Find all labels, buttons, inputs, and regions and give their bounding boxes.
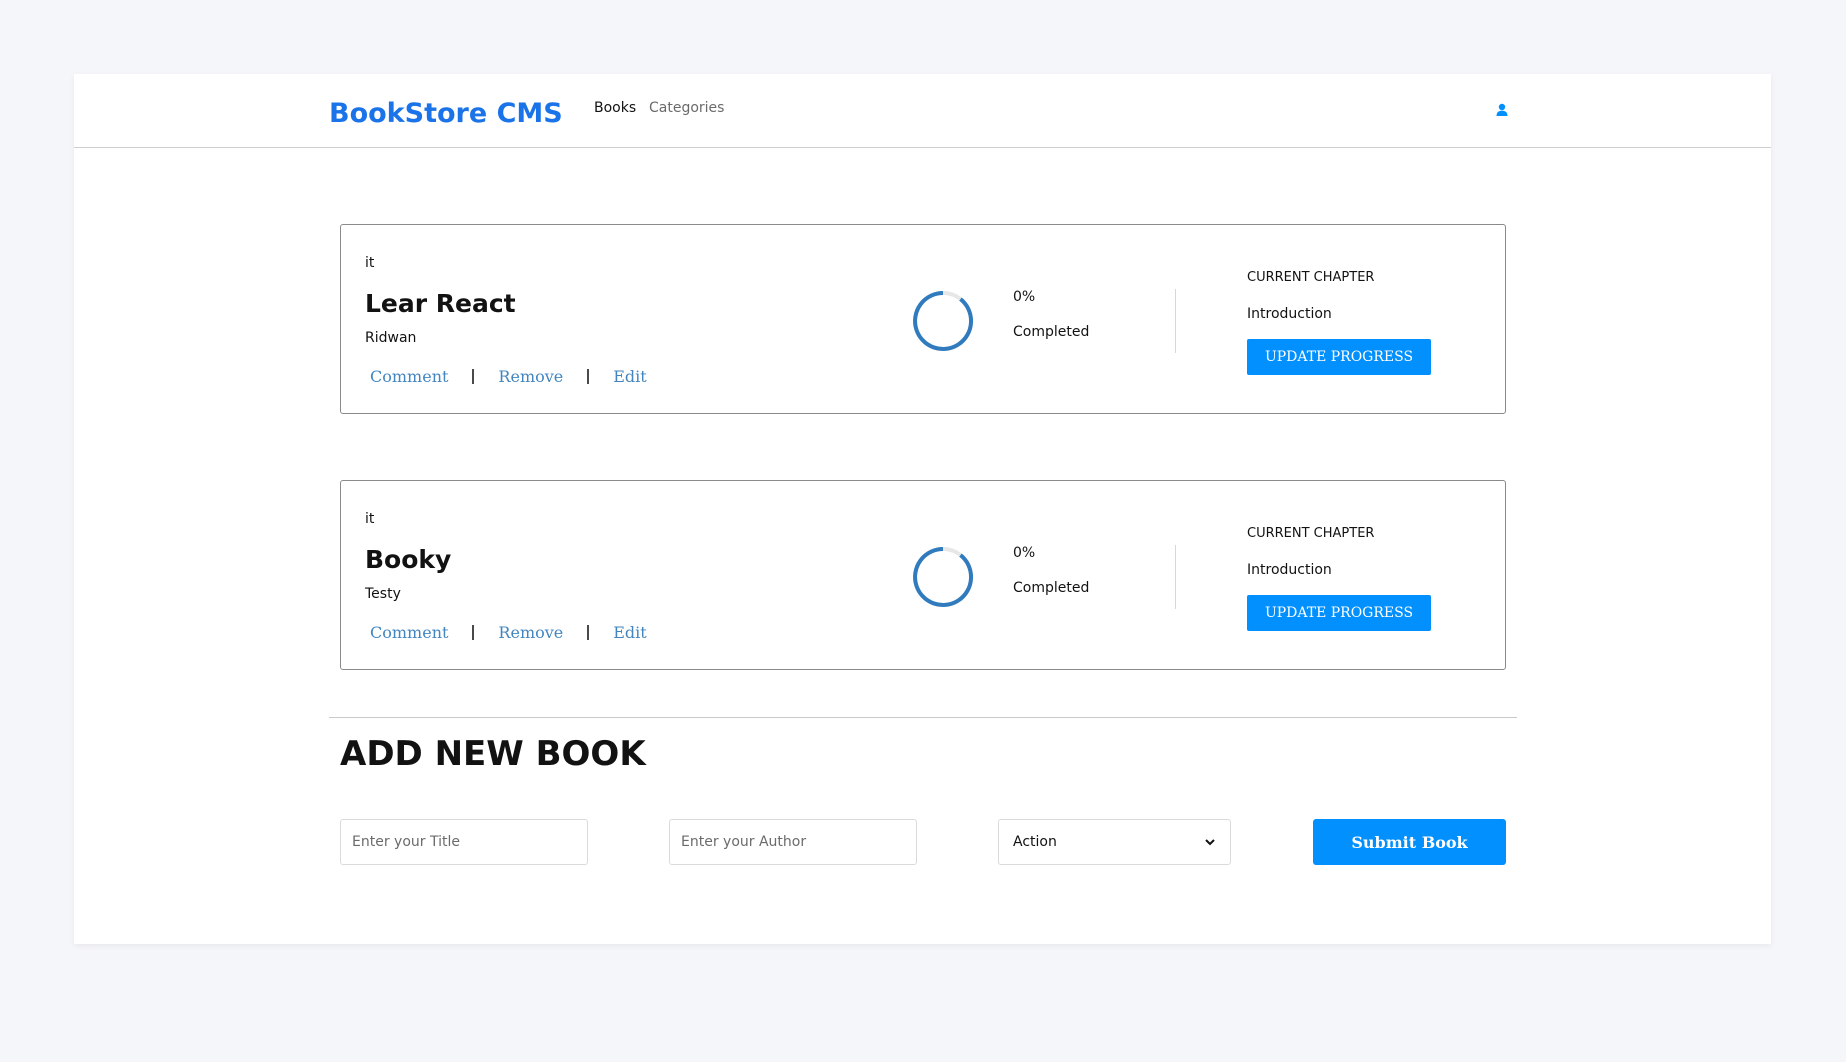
- book-genre: it: [365, 255, 375, 271]
- book-actions: Comment Remove Edit: [370, 367, 647, 386]
- action-divider: [587, 625, 590, 640]
- navbar: BookStore CMS Books Categories: [74, 74, 1771, 148]
- category-select-value: Action: [1013, 834, 1057, 850]
- remove-button[interactable]: Remove: [498, 623, 563, 642]
- add-book-heading: ADD NEW BOOK: [340, 734, 646, 774]
- progress-ring: [913, 291, 974, 351]
- comment-button[interactable]: Comment: [370, 623, 448, 642]
- edit-button[interactable]: Edit: [613, 367, 646, 386]
- current-chapter-label: CURRENT CHAPTER: [1247, 270, 1375, 285]
- current-chapter-name: Introduction: [1247, 562, 1332, 578]
- update-progress-button[interactable]: UPDATE PROGRESS: [1247, 595, 1431, 631]
- book-title: Booky: [365, 545, 452, 574]
- chevron-down-icon: [1205, 839, 1215, 846]
- comment-button[interactable]: Comment: [370, 367, 448, 386]
- book-card: it Lear React Ridwan Comment Remove Edit…: [340, 224, 1506, 414]
- action-divider: [587, 369, 590, 384]
- progress-ring: [913, 547, 974, 607]
- progress-percent: 0%: [1013, 289, 1036, 305]
- nav-books[interactable]: Books: [594, 100, 636, 116]
- action-divider: [472, 625, 475, 640]
- current-chapter-name: Introduction: [1247, 306, 1332, 322]
- current-chapter-label: CURRENT CHAPTER: [1247, 526, 1375, 541]
- book-genre: it: [365, 511, 375, 527]
- brand-logo[interactable]: BookStore CMS: [329, 98, 563, 129]
- book-card: it Booky Testy Comment Remove Edit 0% Co…: [340, 480, 1506, 670]
- section-divider: [329, 717, 1517, 718]
- vertical-divider: [1175, 545, 1176, 609]
- vertical-divider: [1175, 289, 1176, 353]
- category-select[interactable]: Action: [998, 819, 1231, 865]
- app-panel: BookStore CMS Books Categories it Lear R…: [74, 74, 1771, 944]
- book-title: Lear React: [365, 289, 516, 318]
- book-author: Testy: [365, 586, 401, 602]
- book-author: Ridwan: [365, 330, 417, 346]
- remove-button[interactable]: Remove: [498, 367, 563, 386]
- progress-percent: 0%: [1013, 545, 1036, 561]
- progress-status: Completed: [1013, 324, 1090, 340]
- edit-button[interactable]: Edit: [613, 623, 646, 642]
- user-icon[interactable]: [1494, 102, 1510, 118]
- submit-book-button[interactable]: Submit Book: [1313, 819, 1506, 865]
- book-actions: Comment Remove Edit: [370, 623, 647, 642]
- update-progress-button[interactable]: UPDATE PROGRESS: [1247, 339, 1431, 375]
- author-input[interactable]: [669, 819, 917, 865]
- action-divider: [472, 369, 475, 384]
- title-input[interactable]: [340, 819, 588, 865]
- progress-status: Completed: [1013, 580, 1090, 596]
- nav-categories[interactable]: Categories: [649, 100, 724, 116]
